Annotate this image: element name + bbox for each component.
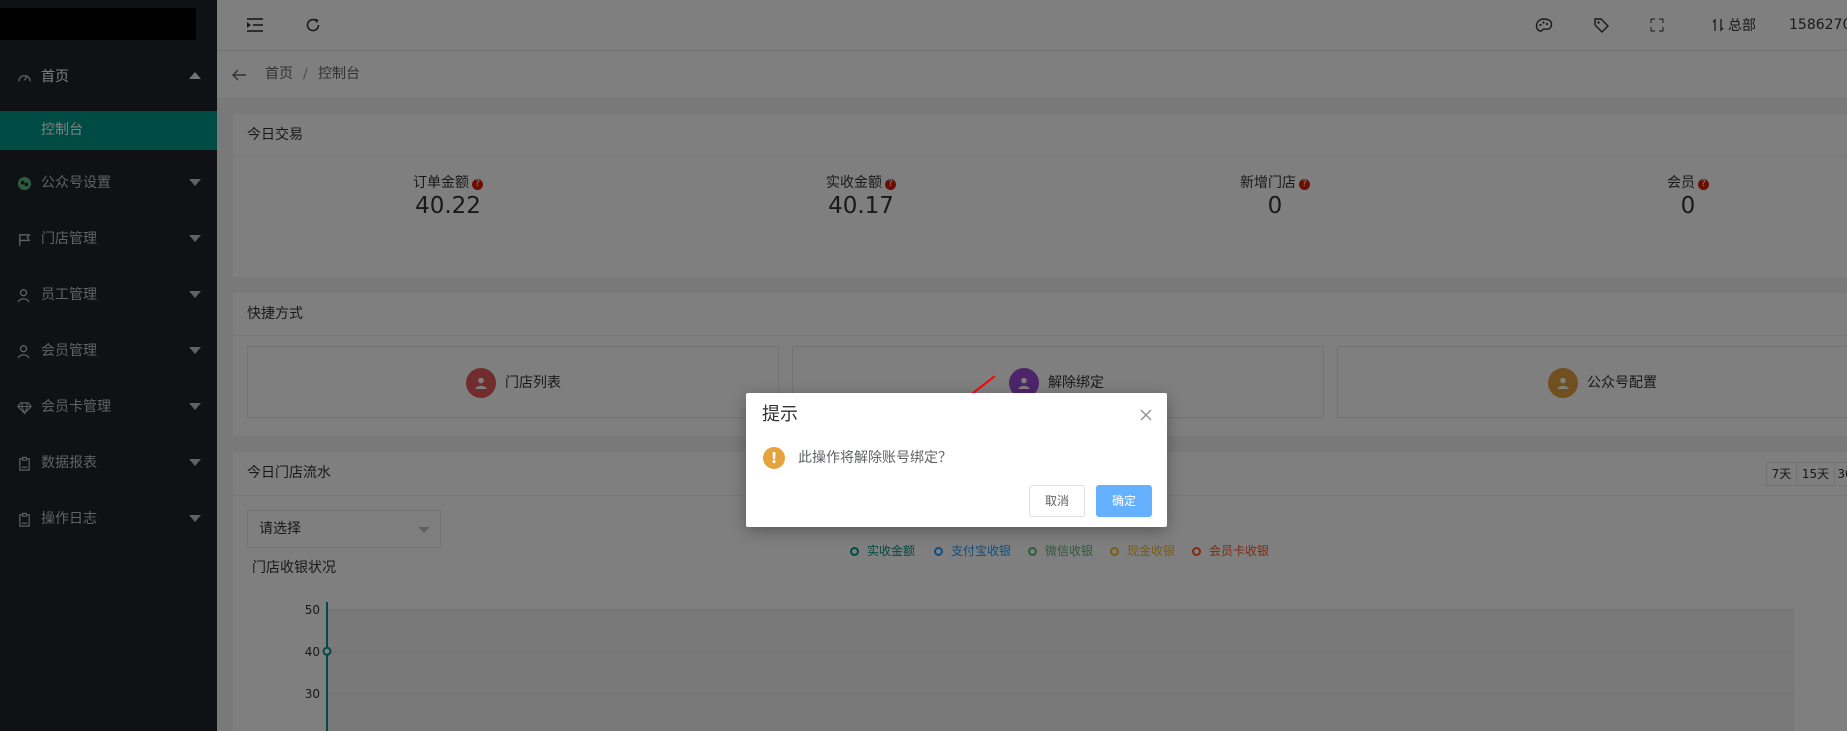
warning-icon: ! xyxy=(763,447,785,469)
modal-overlay[interactable] xyxy=(0,0,1847,731)
dialog-title: 提示 xyxy=(762,404,798,425)
dialog-message: 此操作将解除账号绑定？ xyxy=(798,450,952,466)
close-icon[interactable] xyxy=(1138,407,1154,423)
confirm-dialog: 提示 ! 此操作将解除账号绑定？ 取消 确定 xyxy=(746,393,1167,527)
app-root: 首页 控制台 公众号设置 门店管理 员工管理 xyxy=(0,0,1847,731)
cancel-button[interactable]: 取消 xyxy=(1029,485,1085,517)
confirm-button[interactable]: 确定 xyxy=(1096,485,1152,517)
